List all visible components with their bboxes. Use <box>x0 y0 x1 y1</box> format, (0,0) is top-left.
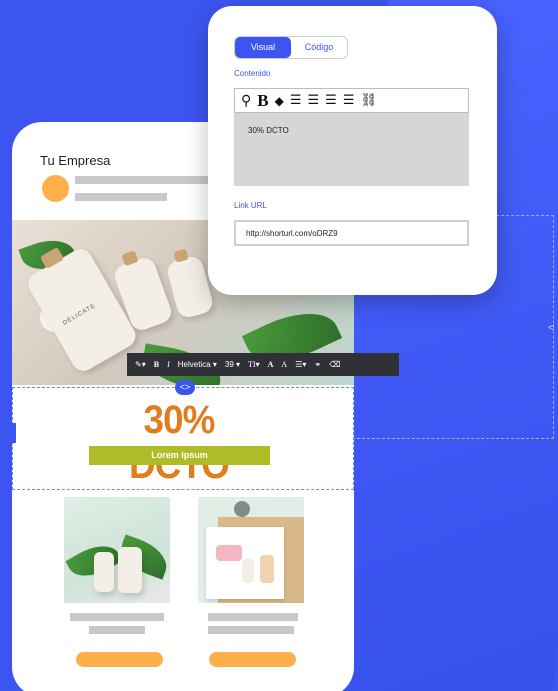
tab-visual[interactable]: Visual <box>235 37 291 58</box>
eraser-icon[interactable]: ⌫ <box>329 360 340 369</box>
editor-tabs: Visual Código <box>234 36 348 59</box>
promo-title[interactable]: 30% DCTO <box>96 398 262 488</box>
highlight-color-button[interactable]: A <box>281 360 287 369</box>
bold-button[interactable]: B <box>154 360 159 369</box>
chevron-left-icon[interactable]: < <box>548 322 554 334</box>
align-left-icon[interactable]: ☰ <box>290 94 302 107</box>
content-editor-area[interactable]: 30% DCTO <box>234 113 469 186</box>
placeholder-line <box>208 613 298 621</box>
placeholder-line <box>89 626 145 634</box>
link-url-input[interactable]: http://shorturl.com/oDRZ9 <box>234 220 469 246</box>
magic-wand-icon[interactable]: ✎▾ <box>135 360 146 369</box>
company-name: Tu Empresa <box>40 153 111 168</box>
cta-button[interactable]: Lorem ipsum <box>89 446 270 465</box>
avatar <box>42 175 69 202</box>
text-format-toolbar: ✎▾ B I Helvetica ▾ 39 ▾ TI▾ A A ☰▾ ⚭ ⌫ <box>127 353 399 376</box>
placeholder-line <box>70 613 164 621</box>
placeholder-line <box>75 193 167 201</box>
placeholder-line <box>75 176 209 184</box>
font-select[interactable]: Helvetica ▾ <box>178 360 217 369</box>
block-side-handle[interactable] <box>11 423 16 443</box>
product-2-button[interactable] <box>209 652 296 667</box>
align-right-icon[interactable]: ☰ <box>325 94 337 107</box>
paperclip-icon[interactable]: ⚲ <box>241 94 251 108</box>
align-center-icon[interactable]: ☰ <box>308 94 320 107</box>
drag-handle-icon[interactable]: <> <box>175 380 195 395</box>
editor-panel: Visual Código Contenido ⚲ B ◆ ☰ ☰ ☰ ☰ ⛓ … <box>208 6 497 295</box>
content-label: Contenido <box>234 69 271 78</box>
link-icon[interactable]: ⚭ <box>314 360 321 369</box>
product-image-2 <box>198 497 304 603</box>
align-justify-icon[interactable]: ☰ <box>343 94 355 107</box>
product-image-1 <box>64 497 170 603</box>
text-color-button[interactable]: A <box>268 360 274 369</box>
font-size-select[interactable]: 39 ▾ <box>225 360 240 369</box>
rich-text-toolbar: ⚲ B ◆ ☰ ☰ ☰ ☰ ⛓ <box>234 88 469 113</box>
link-url-label: Link URL <box>234 201 267 210</box>
bold-icon[interactable]: B <box>257 92 268 109</box>
eraser-icon[interactable]: ◆ <box>275 95 284 107</box>
unlink-icon[interactable]: ⛓ <box>360 94 377 107</box>
italic-button[interactable]: I <box>167 360 170 369</box>
product-1-button[interactable] <box>76 652 163 667</box>
placeholder-line <box>208 626 294 634</box>
text-size-button[interactable]: TI▾ <box>248 360 260 369</box>
tab-code[interactable]: Código <box>291 37 347 58</box>
align-icon[interactable]: ☰▾ <box>295 360 306 369</box>
